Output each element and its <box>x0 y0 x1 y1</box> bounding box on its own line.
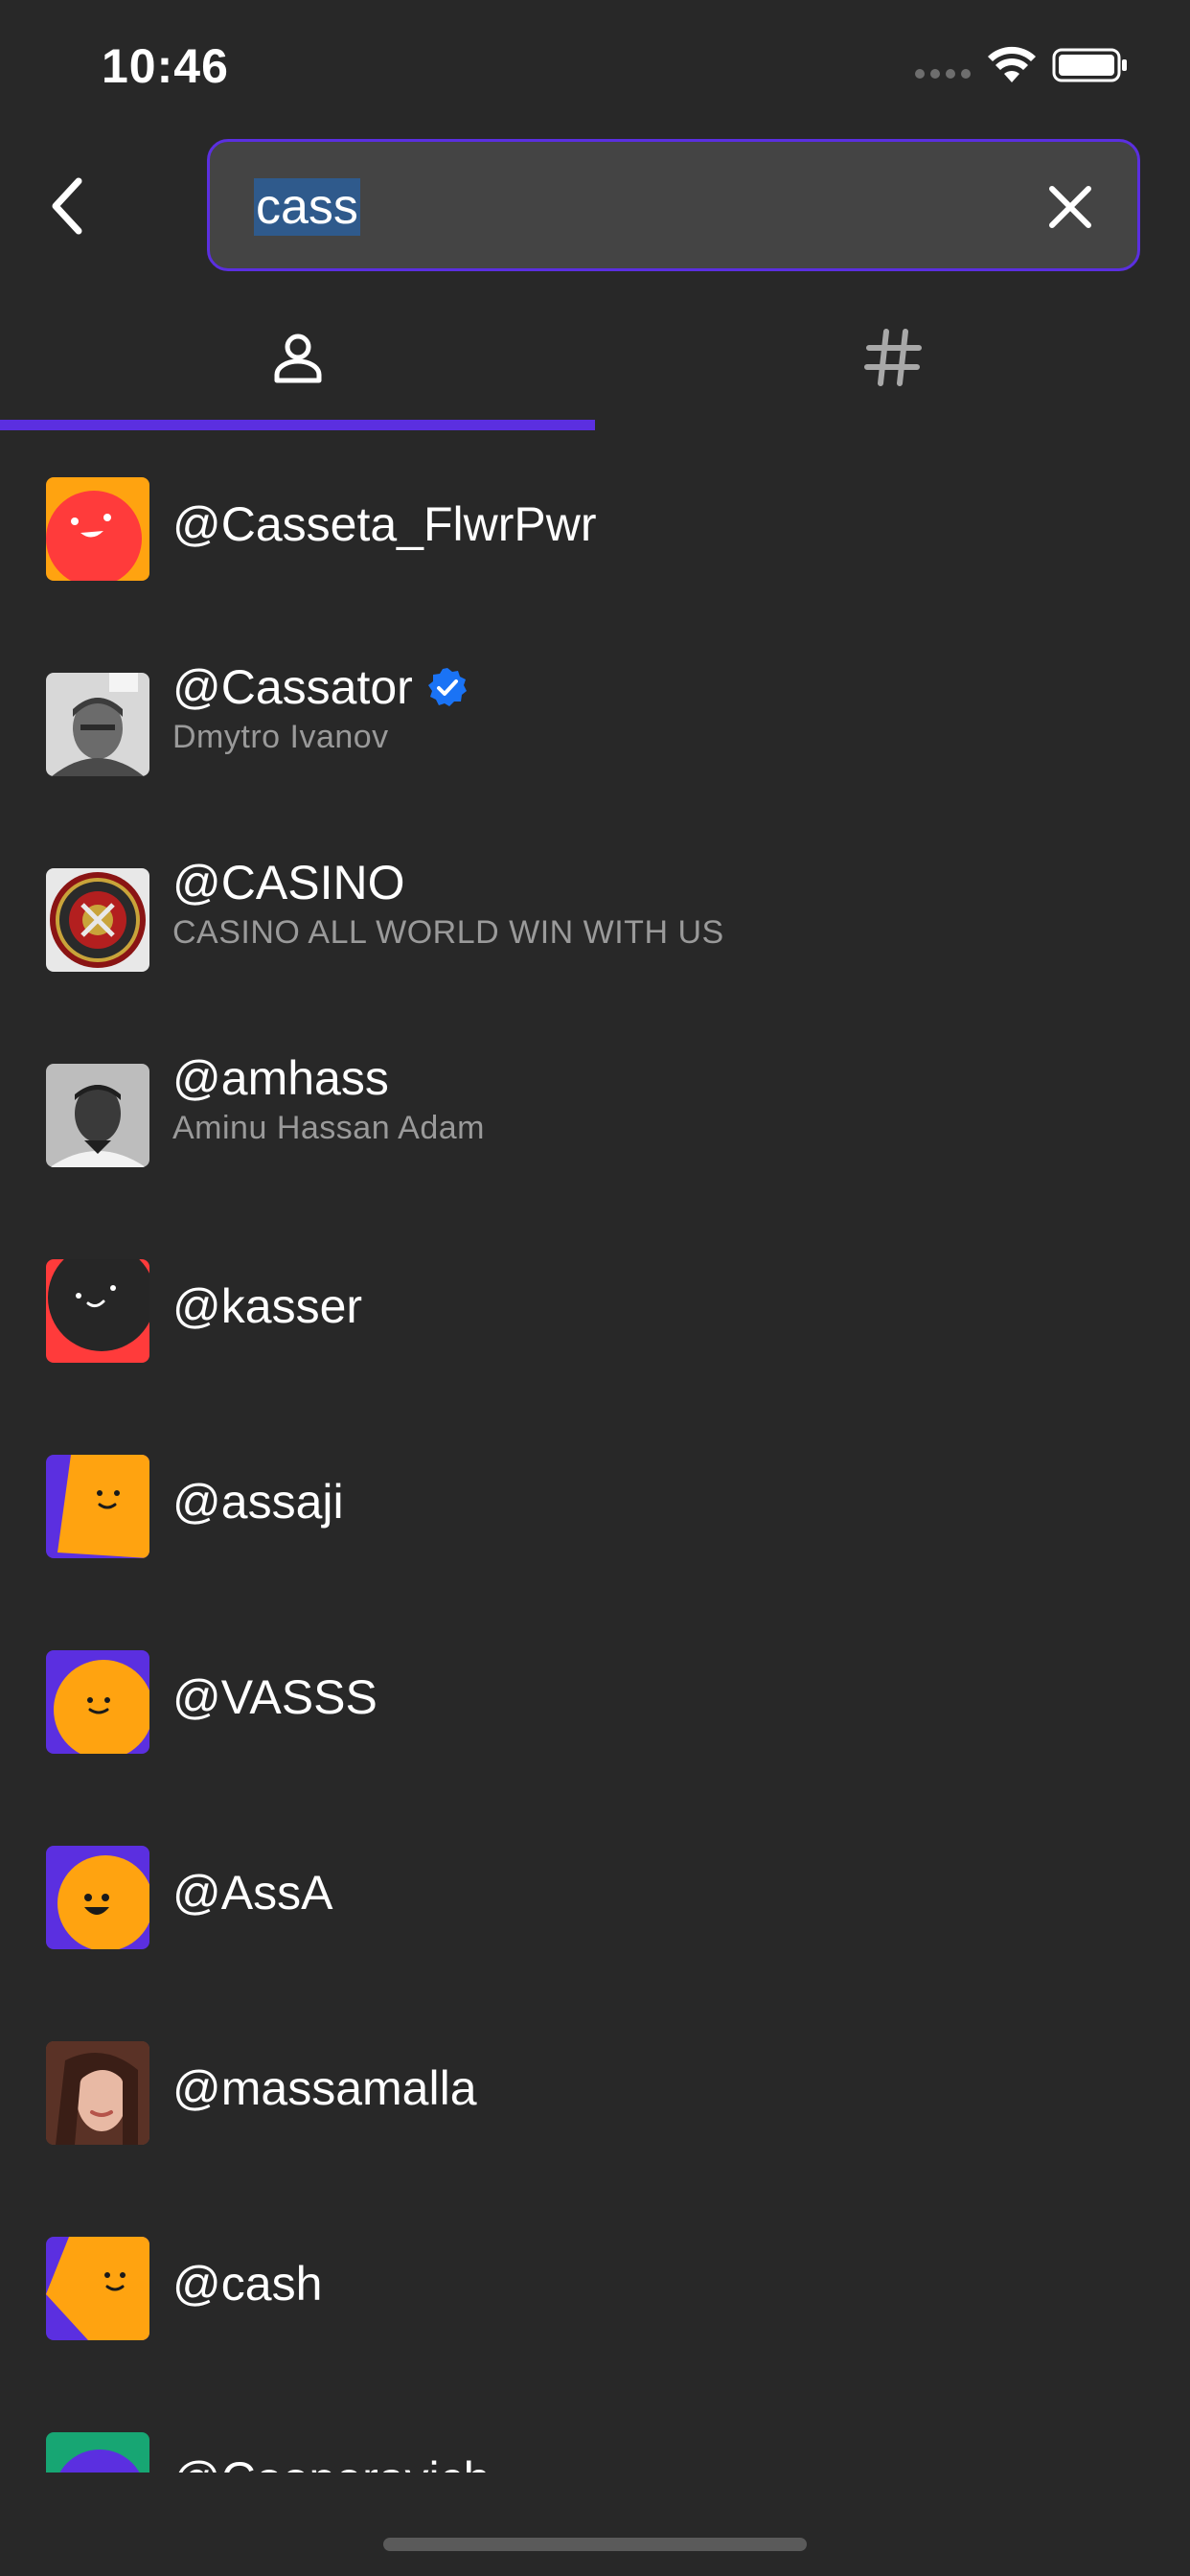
user-result-item[interactable]: @VASSS <box>0 1604 1190 1800</box>
user-result-item[interactable]: @assaji <box>0 1409 1190 1604</box>
avatar <box>46 1455 149 1558</box>
avatar <box>46 868 149 972</box>
avatar <box>46 1650 149 1754</box>
avatar <box>46 1064 149 1167</box>
hashtag-icon <box>863 328 922 386</box>
display-name: Aminu Hassan Adam <box>172 1110 485 1146</box>
clear-search-button[interactable] <box>1043 180 1097 234</box>
user-result-item[interactable]: @Casseta_FlwrPwr <box>0 431 1190 627</box>
username: @kasser <box>172 1279 363 1333</box>
avatar <box>46 1846 149 1949</box>
user-result-item[interactable]: @kasser <box>0 1213 1190 1409</box>
username: @amhass <box>172 1051 389 1105</box>
cellular-signal-icon <box>915 69 971 79</box>
active-tab-indicator <box>0 420 595 430</box>
person-icon <box>274 334 321 382</box>
close-icon <box>1049 186 1091 228</box>
search-text-selection[interactable]: cass <box>254 178 360 236</box>
username: @cash <box>172 2257 323 2311</box>
status-time: 10:46 <box>102 39 229 93</box>
username: @Cassator <box>172 660 413 714</box>
username: @assaji <box>172 1475 344 1529</box>
display-name: CASINO ALL WORLD WIN WITH US <box>172 914 724 951</box>
tab-hashtags[interactable] <box>595 288 1190 426</box>
avatar <box>46 477 149 581</box>
avatar <box>46 673 149 776</box>
chevron-left-icon <box>52 177 82 235</box>
username: @CASINO <box>172 856 405 909</box>
username: @AssA <box>172 1866 333 1920</box>
verified-badge-icon <box>427 668 467 706</box>
display-name: Dmytro Ivanov <box>172 719 389 755</box>
user-result-item[interactable]: @cash <box>0 2191 1190 2386</box>
avatar <box>46 1259 149 1363</box>
username: @Casseta_FlwrPwr <box>172 497 597 551</box>
avatar <box>46 2237 149 2340</box>
avatar <box>46 2432 149 2472</box>
user-result-item[interactable]: @Cooperavich <box>0 2386 1190 2472</box>
username: @VASSS <box>172 1670 378 1724</box>
battery-icon <box>1052 48 1127 82</box>
search-box[interactable]: cass <box>207 139 1140 271</box>
tab-people[interactable] <box>0 288 595 426</box>
avatar <box>46 2041 149 2145</box>
user-result-item[interactable]: @AssA <box>0 1800 1190 1995</box>
username: @Cooperavich <box>172 2451 490 2472</box>
search-results-list[interactable]: @Casseta_FlwrPwr @Cassator Dmytro Ivanov… <box>0 431 1190 2472</box>
user-result-item[interactable]: @CASINO CASINO ALL WORLD WIN WITH US <box>0 822 1190 1018</box>
back-button[interactable] <box>29 168 105 244</box>
status-bar: 10:46 <box>0 0 1190 129</box>
username: @massamalla <box>172 2061 477 2115</box>
user-result-item[interactable]: @amhass Aminu Hassan Adam <box>0 1018 1190 1213</box>
user-result-item[interactable]: @Cassator Dmytro Ivanov <box>0 627 1190 822</box>
user-result-item[interactable]: @massamalla <box>0 1995 1190 2191</box>
wifi-icon <box>988 46 1036 82</box>
home-indicator[interactable] <box>383 2538 807 2551</box>
